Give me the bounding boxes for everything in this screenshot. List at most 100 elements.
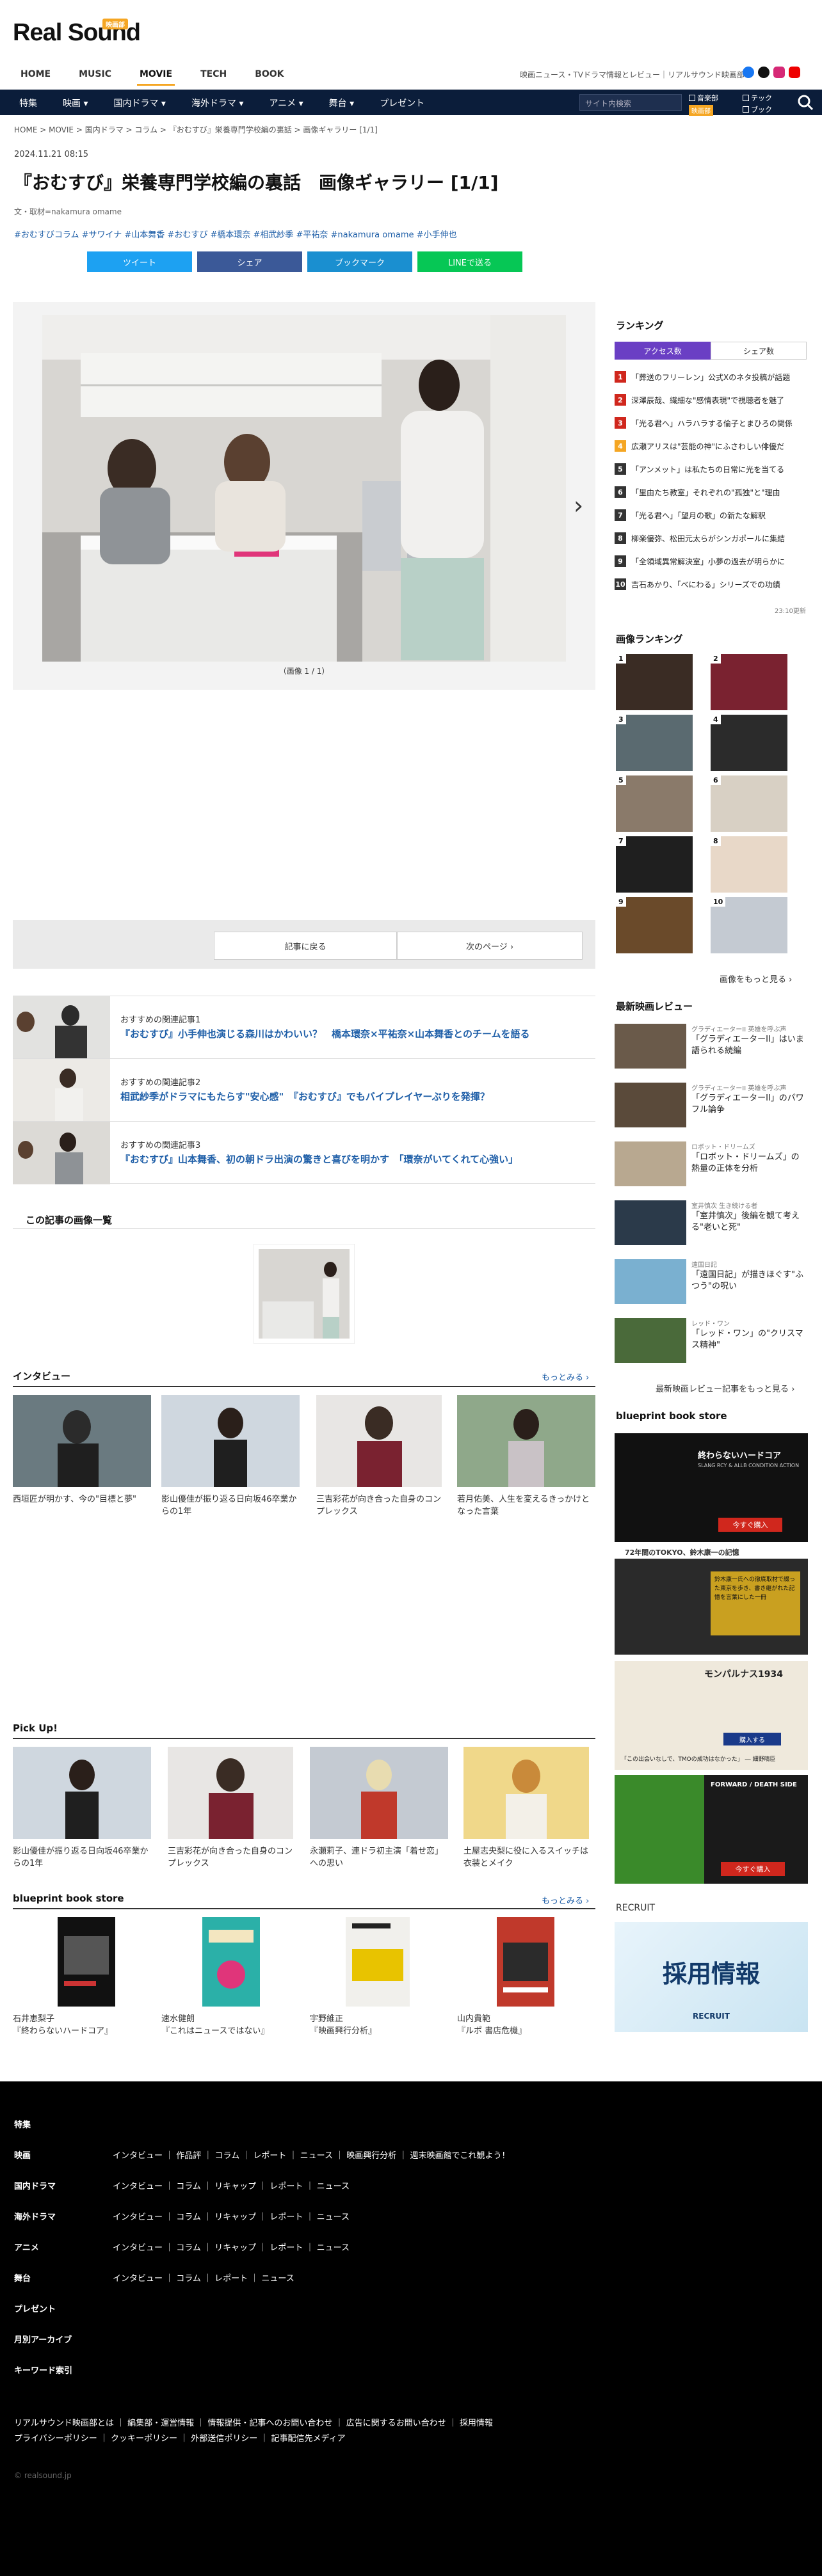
gallery-list-thumb[interactable] — [254, 1244, 355, 1344]
book-cover-3[interactable] — [346, 1917, 410, 2007]
ranking-item[interactable]: 10 吉石あかり、「べにわる」シリーズでの功績 — [615, 578, 807, 590]
interview-text-4[interactable]: 若月佑美、人生を変えるきっかけとなった言葉 — [457, 1493, 595, 1518]
book-cover-4[interactable] — [497, 1917, 554, 2007]
footer-heading[interactable]: アニメ — [14, 2241, 39, 2253]
image-rank-thumb[interactable]: 2 — [711, 654, 787, 710]
pickup-text-4[interactable]: 土屋志央梨に役に入るスイッチは衣装とメイク — [463, 1845, 589, 1870]
pickup-text-2[interactable]: 三吉彩花が向き合った自身のコンプレックス — [168, 1845, 293, 1870]
interview-thumb-4[interactable] — [457, 1395, 595, 1487]
banner-buy-button[interactable]: 今すぐ購入 — [718, 1518, 782, 1532]
check-book[interactable]: ブック — [743, 104, 772, 115]
search-input[interactable]: サイト内検索 — [579, 94, 682, 111]
footer-links[interactable]: インタビュー ｜ コラム ｜ リキャップ ｜ レポート ｜ ニュース — [113, 2179, 350, 2191]
interview-text-3[interactable]: 三吉彩花が向き合った自身のコンプレックス — [316, 1493, 442, 1518]
ranking-item[interactable]: 5 「アンメット」は私たちの日常に光を当てる — [615, 463, 807, 475]
image-ranking-more-link[interactable]: 画像をもっと見る › — [720, 973, 792, 985]
tab-share[interactable]: シェア数 — [711, 342, 807, 360]
subnav-jdrama[interactable]: 国内ドラマ ▾ — [113, 97, 165, 109]
interview-text-2[interactable]: 影山優佳が振り返る日向坂46卒業からの1年 — [161, 1493, 300, 1518]
image-rank-thumb[interactable]: 5 — [616, 775, 693, 832]
interview-text-1[interactable]: 西垣匠が明かす、今の"目標と夢" — [13, 1493, 151, 1506]
nav-tech[interactable]: TECH — [200, 69, 227, 79]
image-rank-thumb[interactable]: 6 — [711, 775, 787, 832]
pickup-thumb-4[interactable] — [463, 1747, 589, 1839]
review-item[interactable]: グラディエーターII 英雄を呼ぶ声 「グラディエーターII」はいま語られる続編 — [615, 1024, 807, 1075]
nav-home[interactable]: HOME — [20, 69, 51, 79]
breadcrumb[interactable]: HOME > MOVIE > 国内ドラマ > コラム > 『おむすび』栄養専門学… — [14, 124, 378, 135]
ranking-item[interactable]: 3 「光る君へ」ハラハラする倫子とまひろの関係 — [615, 417, 807, 429]
image-rank-thumb[interactable]: 1 — [616, 654, 693, 710]
footer-links[interactable]: インタビュー ｜ コラム ｜ リキャップ ｜ レポート ｜ ニュース — [113, 2241, 350, 2253]
image-rank-thumb[interactable]: 9 — [616, 897, 693, 953]
book-banner-3[interactable]: モンパルナス1934 購入する 「この出会いなしで、TMOの成功はなかった」 ―… — [615, 1661, 808, 1770]
recommended-article-3[interactable]: おすすめの関連記事3 『おむすび』山本舞香、初の朝ドラ出演の驚きと喜びを明かす … — [13, 1121, 595, 1184]
book-item-4[interactable]: 山内貴範 『ルポ 書店危機』 — [457, 2013, 592, 2037]
check-tech[interactable]: テック — [743, 93, 772, 103]
footer-heading[interactable]: プレゼント — [14, 2302, 56, 2314]
ranking-item[interactable]: 7 「光る君へ」「望月の歌」の新たな解釈 — [615, 509, 807, 521]
line-share-button[interactable]: LINEで送る — [417, 251, 522, 272]
hatena-bookmark-button[interactable]: ブックマーク — [307, 251, 412, 272]
image-rank-thumb[interactable]: 8 — [711, 836, 787, 893]
pickup-thumb-3[interactable] — [310, 1747, 448, 1839]
subnav-anime[interactable]: アニメ ▾ — [269, 97, 303, 109]
footer-heading[interactable]: 舞台 — [14, 2271, 31, 2284]
review-item[interactable]: レッド・ワン 「レッド・ワン」の"クリスマス精神" — [615, 1318, 807, 1369]
nav-music[interactable]: MUSIC — [79, 69, 111, 79]
pickup-thumb-1[interactable] — [13, 1747, 151, 1839]
subnav-present[interactable]: プレゼント — [380, 97, 424, 109]
tweet-button[interactable]: ツイート — [87, 251, 192, 272]
recruit-banner[interactable]: 採用情報 RECRUIT — [615, 1922, 808, 2032]
footer-heading[interactable]: 月別アーカイブ — [14, 2333, 72, 2345]
ranking-item[interactable]: 8 柳楽優弥、松田元太らがシンガポールに集結 — [615, 532, 807, 544]
x-icon[interactable] — [758, 67, 770, 78]
facebook-icon[interactable] — [743, 67, 754, 78]
subnav-overseas-drama[interactable]: 海外ドラマ ▾ — [191, 97, 243, 109]
footer-heading[interactable]: 特集 — [14, 2118, 31, 2130]
footer-heading[interactable]: 海外ドラマ — [14, 2210, 56, 2222]
nav-movie[interactable]: MOVIE — [136, 69, 175, 86]
next-page-button[interactable]: 次のページ › — [397, 932, 583, 960]
book-cover-1[interactable] — [58, 1917, 115, 2007]
search-icon[interactable] — [796, 93, 814, 111]
ranking-item[interactable]: 9 「全領域異常解決室」小夢の過去が明らかに — [615, 555, 807, 567]
check-movie[interactable]: 映画部 — [689, 105, 713, 116]
recommended-article-2[interactable]: おすすめの関連記事2 相武紗季がドラマにもたらす"安心感" 『おむすび』でもバイ… — [13, 1058, 595, 1122]
tab-access[interactable]: アクセス数 — [615, 342, 711, 360]
interview-thumb-3[interactable] — [316, 1395, 442, 1487]
banner-3-buy-button[interactable]: 購入する — [723, 1733, 781, 1745]
image-rank-thumb[interactable]: 10 — [711, 897, 787, 953]
book-cover-2[interactable] — [202, 1917, 260, 2007]
footer-links[interactable]: インタビュー ｜ 作品評 ｜ コラム ｜ レポート ｜ ニュース ｜ 映画興行分… — [113, 2149, 510, 2161]
book-item-3[interactable]: 宇野維正 『映画興行分析』 — [310, 2013, 444, 2037]
footer-heading[interactable]: 映画 — [14, 2149, 31, 2161]
review-item[interactable]: 室井慎次 生き続ける者 「室井慎次」後編を観て考える"老いと死" — [615, 1200, 807, 1252]
youtube-icon[interactable] — [789, 67, 800, 78]
review-item[interactable]: グラディエーターII 英雄を呼ぶ声 「グラディエーターII」のパワフル論争 — [615, 1083, 807, 1134]
book-item-2[interactable]: 速水健朗 『これはニュースではない』 — [161, 2013, 296, 2037]
book-banner-1[interactable]: 終わらないハードコア SLANG RCY & ALLB CONDITION AC… — [615, 1433, 808, 1542]
footer-links[interactable]: インタビュー ｜ コラム ｜ リキャップ ｜ レポート ｜ ニュース — [113, 2210, 350, 2222]
next-image-arrow-icon[interactable]: › — [574, 491, 583, 520]
book-banner-2[interactable]: 鈴木康一氏への徹底取材で綴った東京を歩き、書き継がれた記憶を言葉にした一冊 — [615, 1559, 808, 1655]
facebook-share-button[interactable]: シェア — [197, 251, 302, 272]
review-item[interactable]: ロボット・ドリームズ 「ロボット・ドリームズ」の熱量の正体を分析 — [615, 1141, 807, 1193]
ranking-item[interactable]: 1 「葬送のフリーレン」公式Xのネタ投稿が話題 — [615, 371, 807, 383]
review-item[interactable]: 遠国日記 「遠国日記」が描きほぐす"ふつう"の呪い — [615, 1259, 807, 1310]
ranking-item[interactable]: 6 「里由たち教室」それぞれの"孤独"と"理由 — [615, 486, 807, 498]
footer-heading[interactable]: キーワード索引 — [14, 2364, 72, 2376]
recommended-article-1[interactable]: おすすめの関連記事1 『おむすび』小手伸也演じる森川はかわいい？ 橋本環奈×平祐… — [13, 996, 595, 1059]
pickup-text-3[interactable]: 永瀬莉子、連ドラ初主演「着せ恋」への思い — [310, 1845, 448, 1870]
rec-title[interactable]: 『おむすび』小手伸也演じる森川はかわいい？ 橋本環奈×平祐奈×山本舞香とのチーム… — [120, 1027, 530, 1040]
footer-heading[interactable]: 国内ドラマ — [14, 2179, 56, 2191]
interview-thumb-2[interactable] — [161, 1395, 300, 1487]
bookstore-more-link[interactable]: もっとみる › — [542, 1894, 589, 1906]
reviews-more-link[interactable]: 最新映画レビュー記事をもっと見る › — [656, 1382, 794, 1394]
image-rank-thumb[interactable]: 4 — [711, 715, 787, 771]
nav-book[interactable]: BOOK — [255, 69, 284, 79]
rec-title[interactable]: 相武紗季がドラマにもたらす"安心感" 『おむすび』でもバイプレイヤーぶりを発揮？ — [120, 1090, 490, 1103]
check-music[interactable]: 音楽部 — [689, 93, 718, 103]
image-rank-thumb[interactable]: 3 — [616, 715, 693, 771]
tag-list[interactable]: #おむすびコラム #サワイナ #山本舞香 #おむすび #橋本環奈 #相武紗季 #… — [14, 228, 457, 240]
instagram-icon[interactable] — [773, 67, 785, 78]
